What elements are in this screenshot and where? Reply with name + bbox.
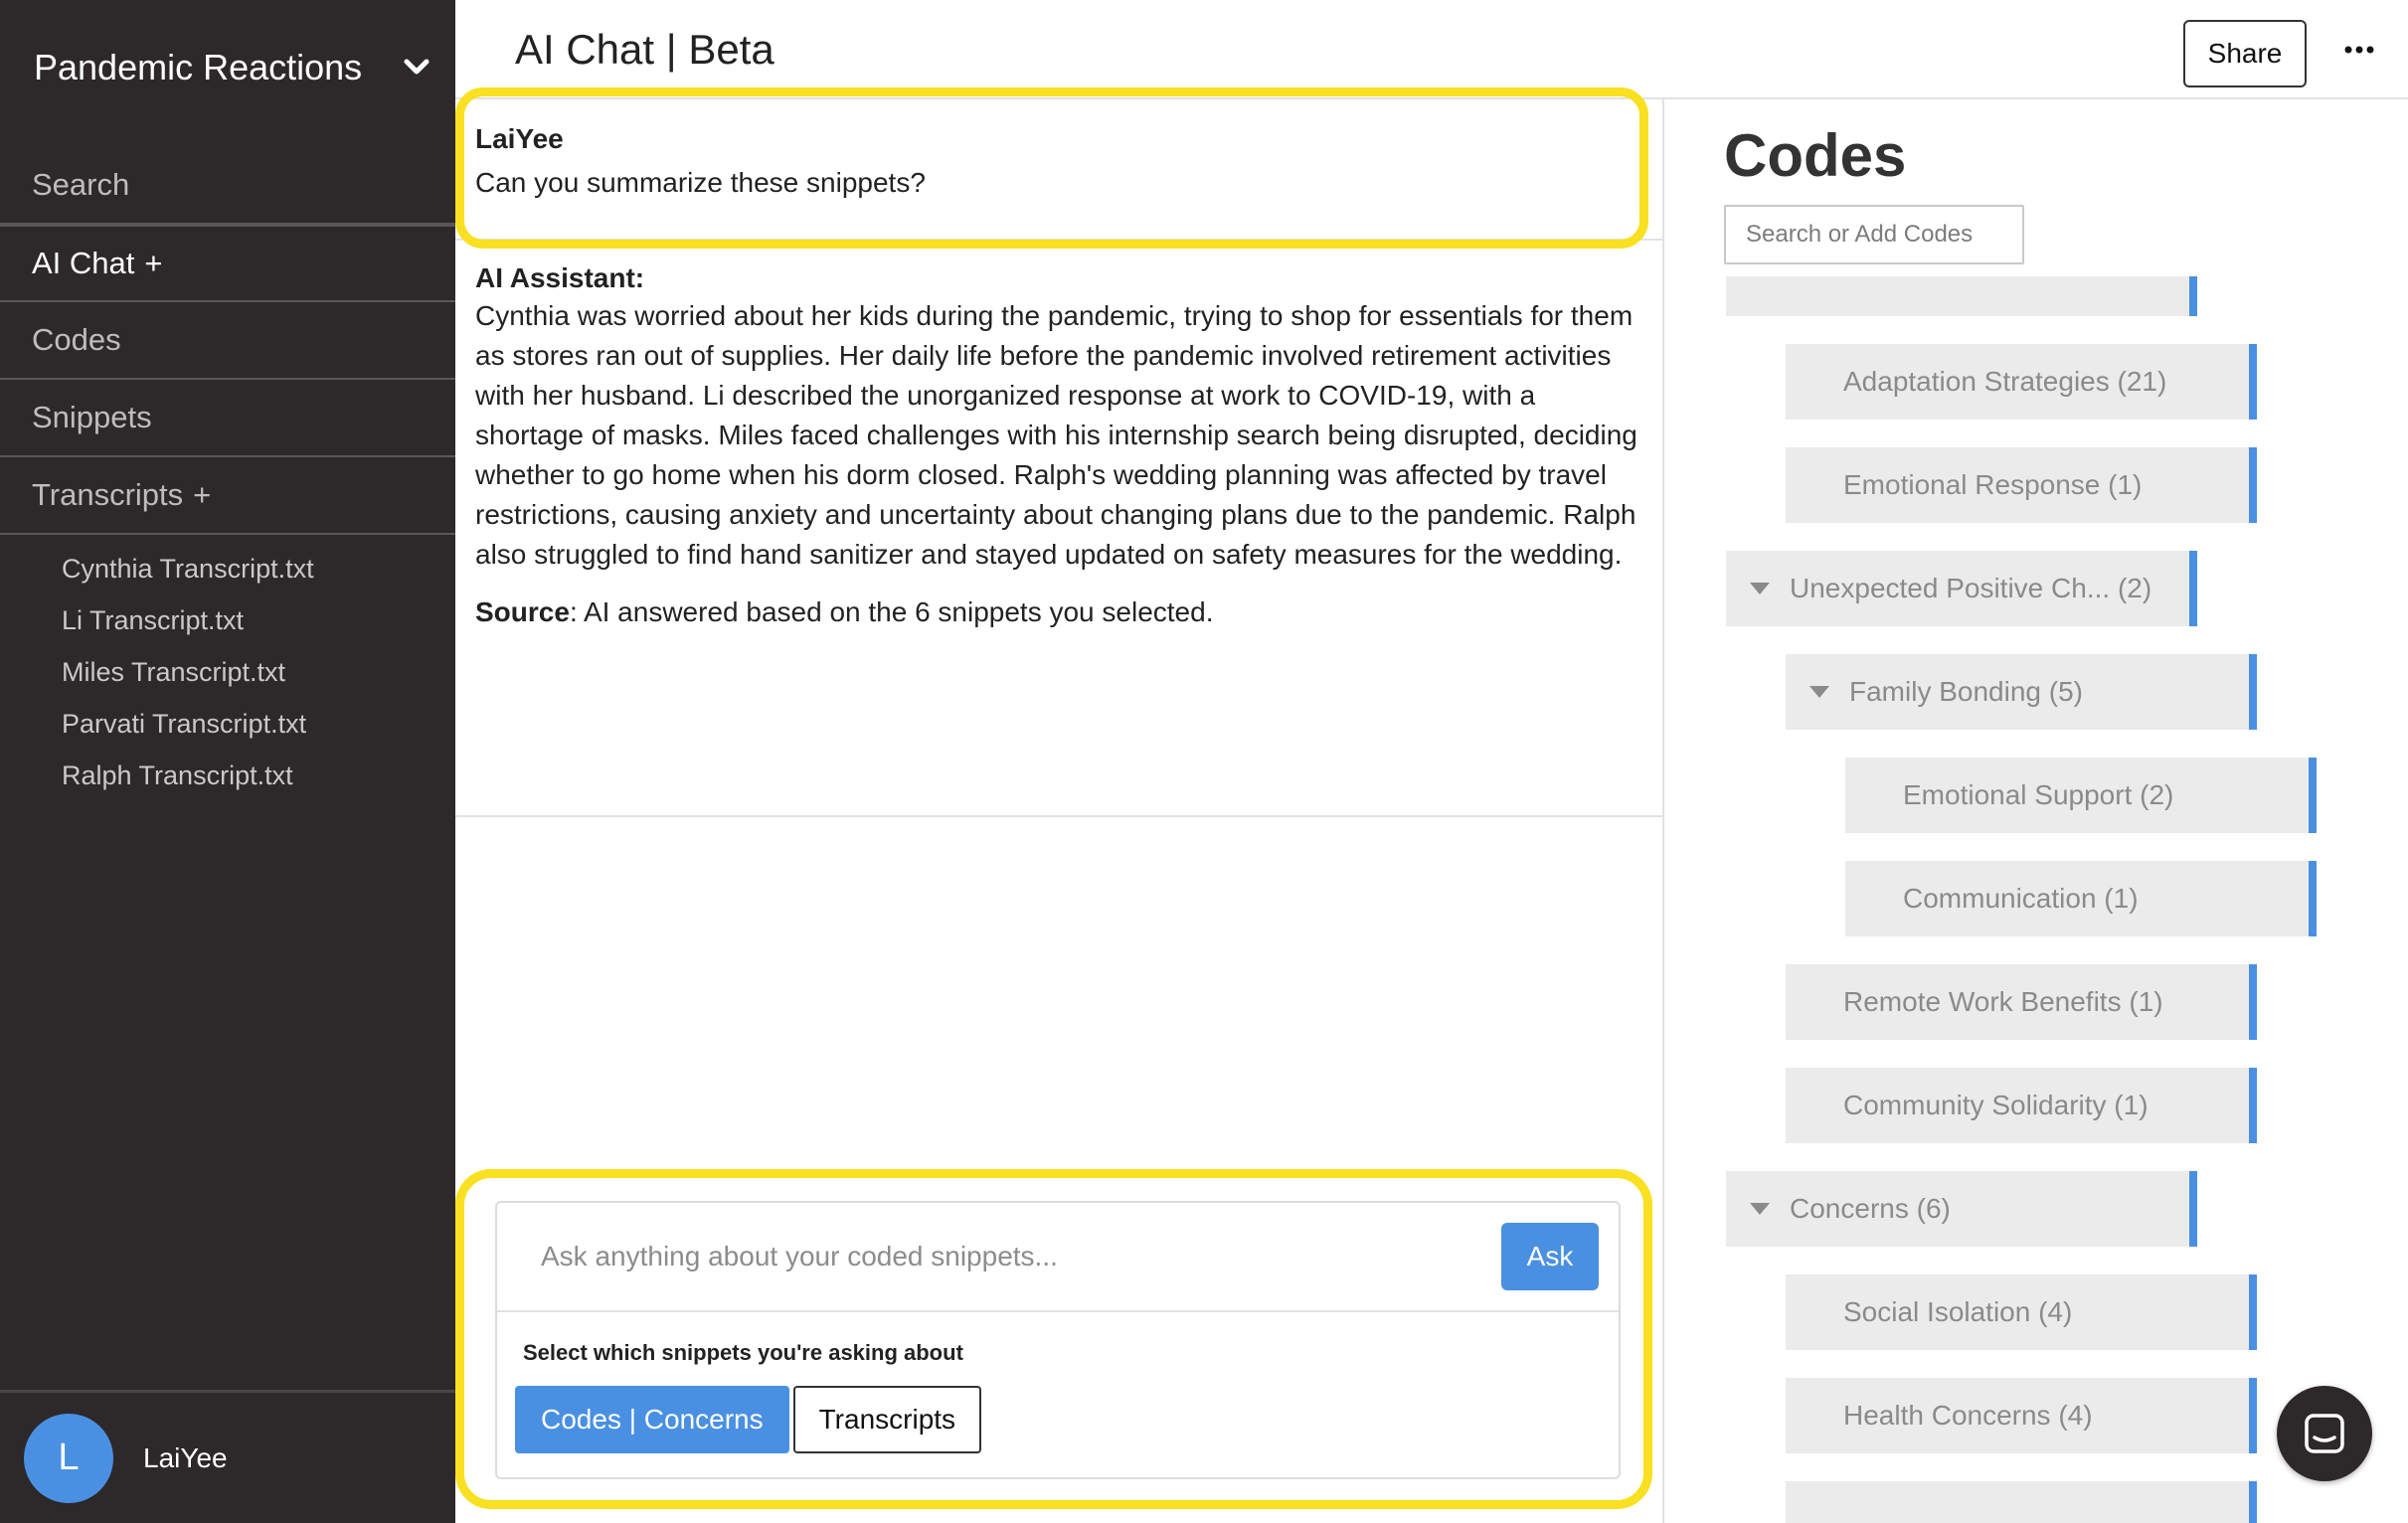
code-item[interactable]: Concerns (6) bbox=[1726, 1171, 2197, 1247]
snippet-scope-selector: Codes | Concerns Transcripts bbox=[515, 1386, 1619, 1453]
avatar[interactable]: L bbox=[24, 1413, 113, 1503]
code-label: Emotional Support (2) bbox=[1903, 779, 2174, 810]
code-item[interactable] bbox=[1726, 276, 2197, 316]
user-name: LaiYee bbox=[143, 1441, 228, 1473]
code-label: Health Concerns (4) bbox=[1843, 1400, 2093, 1431]
caret-down-icon[interactable] bbox=[1750, 583, 1770, 594]
nav-label: Search bbox=[32, 167, 130, 202]
code-item[interactable]: Health Concerns (4) bbox=[1786, 1378, 2257, 1453]
code-label: Family Bonding (5) bbox=[1849, 676, 2083, 707]
code-label: Concerns (6) bbox=[1790, 1193, 1951, 1224]
ask-panel: Ask Select which snippets you're asking … bbox=[495, 1201, 1621, 1479]
ask-row: Ask bbox=[497, 1203, 1619, 1312]
top-bar: AI Chat | Beta Share bbox=[455, 0, 2408, 99]
code-item[interactable]: Emotional Response (1) bbox=[1786, 447, 2257, 523]
project-selector[interactable]: Pandemic Reactions bbox=[34, 44, 431, 91]
add-chat-icon[interactable]: + bbox=[144, 246, 162, 281]
transcript-item[interactable]: Miles Transcript.txt bbox=[62, 646, 314, 698]
add-transcript-icon[interactable]: + bbox=[193, 477, 211, 513]
sidebar-nav: Search AI Chat + Codes Snippets Transcri… bbox=[0, 147, 455, 535]
transcript-item[interactable]: Li Transcript.txt bbox=[62, 594, 314, 646]
nav-item-transcripts[interactable]: Transcripts + bbox=[0, 457, 455, 535]
transcript-item[interactable]: Parvati Transcript.txt bbox=[62, 698, 314, 750]
code-item[interactable]: Social Isolation (4) bbox=[1786, 1274, 2257, 1350]
nav-item-snippets[interactable]: Snippets bbox=[0, 380, 455, 457]
ai-source-note: Source: AI answered based on the 6 snipp… bbox=[475, 596, 1644, 628]
code-item[interactable]: Family Bonding (5) bbox=[1786, 654, 2257, 730]
transcript-list: Cynthia Transcript.txt Li Transcript.txt… bbox=[62, 543, 314, 801]
transcript-item[interactable]: Ralph Transcript.txt bbox=[62, 750, 314, 801]
nav-item-search[interactable]: Search bbox=[0, 147, 455, 225]
code-label: Remote Work Benefits (1) bbox=[1843, 986, 2163, 1017]
code-item[interactable]: Unexpected Positive Ch... (2) bbox=[1726, 551, 2197, 626]
snippet-scope-label: Select which snippets you're asking abou… bbox=[523, 1340, 963, 1365]
nav-label: AI Chat bbox=[32, 246, 135, 280]
share-button[interactable]: Share bbox=[2183, 20, 2307, 87]
project-name: Pandemic Reactions bbox=[34, 47, 363, 87]
sidebar: Pandemic Reactions Search AI Chat + Code… bbox=[0, 0, 455, 1523]
message-author: LaiYee bbox=[475, 123, 564, 154]
codes-panel: Adaptation Strategies (21) Emotional Res… bbox=[1664, 99, 2408, 1523]
nav-item-codes[interactable]: Codes bbox=[0, 302, 455, 380]
user-profile[interactable]: L LaiYee bbox=[0, 1390, 455, 1523]
scope-transcripts-button[interactable]: Transcripts bbox=[792, 1386, 982, 1453]
code-item[interactable]: Remote Work Benefits (1) bbox=[1786, 964, 2257, 1040]
message-text: Can you summarize these snippets? bbox=[475, 167, 926, 198]
code-label: Community Solidarity (1) bbox=[1843, 1090, 2149, 1120]
nav-item-ai-chat[interactable]: AI Chat + bbox=[0, 225, 455, 302]
chevron-down-icon[interactable] bbox=[402, 53, 431, 83]
nav-label: Snippets bbox=[32, 400, 152, 434]
code-item[interactable]: Adaptation Strategies (21) bbox=[1786, 344, 2257, 420]
code-item[interactable]: Community Solidarity (1) bbox=[1786, 1068, 2257, 1143]
caret-down-icon[interactable] bbox=[1809, 686, 1829, 698]
transcript-item[interactable]: Cynthia Transcript.txt bbox=[62, 543, 314, 594]
source-label: Source bbox=[475, 596, 570, 627]
code-label: Emotional Response (1) bbox=[1843, 469, 2143, 500]
code-label: Communication (1) bbox=[1903, 883, 2139, 914]
code-label: Unexpected Positive Ch... (2) bbox=[1790, 573, 2152, 603]
code-label: Adaptation Strategies (21) bbox=[1843, 366, 2167, 397]
codes-search-input[interactable] bbox=[1724, 205, 2024, 264]
ask-button[interactable]: Ask bbox=[1501, 1223, 1599, 1290]
nav-label: Codes bbox=[32, 322, 121, 357]
code-label: Social Isolation (4) bbox=[1843, 1296, 2073, 1327]
chat-panel: LaiYee Can you summarize these snippets?… bbox=[455, 99, 1664, 1523]
support-chat-icon[interactable] bbox=[2277, 1386, 2372, 1481]
code-item[interactable] bbox=[1786, 1481, 2257, 1523]
code-item[interactable]: Emotional Support (2) bbox=[1845, 758, 2317, 833]
scope-codes-concerns-button[interactable]: Codes | Concerns bbox=[515, 1386, 789, 1453]
code-item[interactable]: Communication (1) bbox=[1845, 861, 2317, 936]
user-message: LaiYee Can you summarize these snippets? bbox=[455, 99, 1664, 241]
nav-label: Transcripts bbox=[32, 477, 184, 512]
ask-input[interactable] bbox=[541, 1227, 1501, 1286]
ai-response-text: Cynthia was worried about her kids durin… bbox=[475, 300, 1637, 570]
message-author: AI Assistant: bbox=[475, 262, 645, 293]
source-text: : AI answered based on the 6 snippets yo… bbox=[569, 596, 1214, 627]
more-options-icon[interactable] bbox=[2334, 30, 2384, 70]
page-title: AI Chat | Beta bbox=[515, 26, 774, 73]
codes-title: Codes bbox=[1724, 122, 1907, 189]
ai-message: AI Assistant: Cynthia was worried about … bbox=[455, 241, 1664, 817]
caret-down-icon[interactable] bbox=[1750, 1203, 1770, 1215]
